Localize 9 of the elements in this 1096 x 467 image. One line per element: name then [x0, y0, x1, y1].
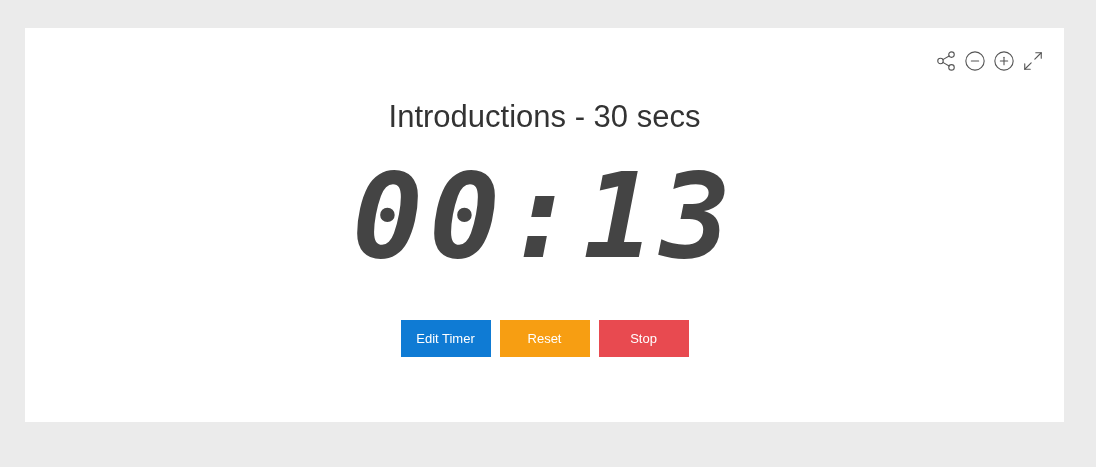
timer-title: Introductions - 30 secs [388, 98, 701, 136]
share-icon[interactable] [935, 50, 957, 72]
fullscreen-icon[interactable] [1022, 50, 1044, 72]
zoom-in-icon[interactable] [993, 50, 1015, 72]
timer-button[interactable]: Reset [499, 320, 590, 357]
timer-button[interactable]: Stop [598, 320, 689, 357]
countdown-display: 00:13 [351, 156, 738, 276]
timer-button[interactable]: Edit Timer [400, 320, 491, 357]
zoom-out-icon[interactable] [964, 50, 986, 72]
